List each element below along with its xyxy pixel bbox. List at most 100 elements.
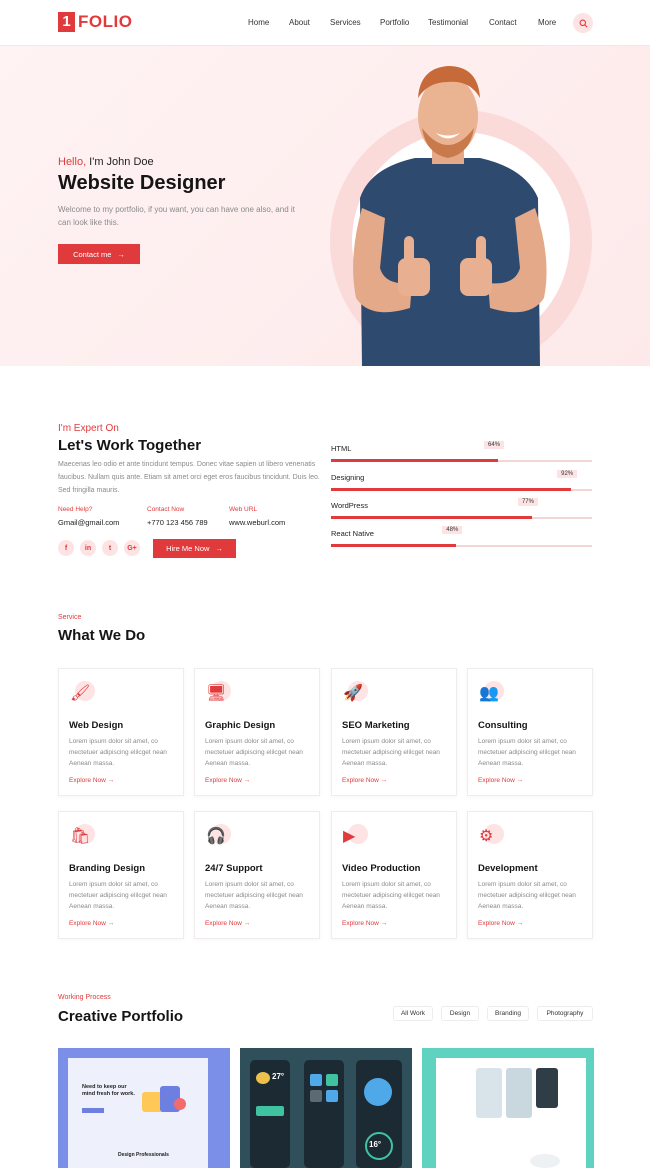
dial-value: 16° [369,1140,382,1149]
service-title: Consulting [478,720,528,731]
site-header: 1 FOLIO Home About Services Portfolio Te… [0,0,650,46]
paint-roller-icon: 🖌 [67,681,97,707]
nav-contact[interactable]: Contact [489,18,517,27]
explore-now-label: Explore Now [69,777,106,784]
hire-me-button[interactable]: Hire Me Now → [153,539,236,558]
service-card-graphic-design[interactable]: 🖥 Graphic Design Lorem ipsum dolor sit a… [194,668,320,796]
explore-now-label: Explore Now [205,920,242,927]
explore-now-link[interactable]: Explore Now → [478,920,523,927]
contact-me-button[interactable]: Contact me → [58,244,140,264]
portfolio-title: Creative Portfolio [58,1008,184,1025]
arrow-right-icon: → [380,777,388,784]
hero-hello-accent: Hello, [58,156,87,168]
filter-all-work[interactable]: All Work [393,1006,433,1021]
logo[interactable]: 1 FOLIO [58,12,132,32]
skill-name: Designing [331,473,365,482]
explore-now-label: Explore Now [478,777,515,784]
explore-now-link[interactable]: Explore Now → [69,920,114,927]
skill-fill [331,488,572,491]
contact-phone-value[interactable]: +770 123 456 789 [147,518,208,527]
phone-mockup: 27° [250,1060,290,1168]
skill-name: WordPress [331,501,368,510]
hero-hello-name: I'm John Doe [86,156,154,168]
explore-now-label: Explore Now [342,777,379,784]
thumbnail-footer-text: Design Professionals [118,1152,169,1158]
arrow-right-icon: → [117,249,125,259]
nav-more[interactable]: More [538,18,556,27]
hero-section: Hello, I'm John Doe Website Designer Wel… [0,46,650,366]
arrow-right-icon: → [516,920,524,927]
explore-now-link[interactable]: Explore Now → [205,920,250,927]
nav-portfolio[interactable]: Portfolio [380,18,409,27]
service-title: Web Design [69,720,124,731]
service-desc: Lorem ipsum dolor sit amet, co mectetuer… [478,738,576,767]
facebook-icon[interactable]: f [58,540,74,556]
skill-percent: 77% [517,498,538,506]
service-title: Branding Design [69,863,146,874]
portfolio-item-ecommerce[interactable] [422,1048,594,1168]
contact-web-value[interactable]: www.weburl.com [229,518,285,527]
skill-fill [331,516,532,519]
service-card-support[interactable]: 🎧 24/7 Support Lorem ipsum dolor sit ame… [194,811,320,939]
service-card-consulting[interactable]: 👥 Consulting Lorem ipsum dolor sit amet,… [467,668,593,796]
explore-now-link[interactable]: Explore Now → [478,777,523,784]
hero-title: Website Designer [58,172,226,194]
skill-row: HTML 64% [331,441,592,462]
explore-now-link[interactable]: Explore Now → [342,920,387,927]
nav-services[interactable]: Services [330,18,361,27]
service-card-development[interactable]: ⚙ Development Lorem ipsum dolor sit amet… [467,811,593,939]
hero-person-image [353,66,547,366]
consulting-icon: 👥 [476,681,506,707]
nav-about[interactable]: About [289,18,310,27]
search-button[interactable] [573,13,593,33]
arrow-right-icon: → [215,544,223,553]
expert-subtitle: I'm Expert On [58,423,119,434]
skill-percent: 48% [442,526,463,534]
contact-email-value[interactable]: Gmail@gmail.com [58,518,119,527]
portfolio-subtitle: Working Process [58,994,111,1001]
nav-home[interactable]: Home [248,18,269,27]
explore-now-link[interactable]: Explore Now → [69,777,114,784]
portfolio-item-app-design[interactable]: 27° 16° [240,1048,412,1168]
weather-temp: 27° [272,1072,285,1081]
code-gear-icon: ⚙ [476,824,506,850]
contact-email-label: Need Help? [58,506,93,513]
filter-branding[interactable]: Branding [487,1006,529,1021]
service-desc: Lorem ipsum dolor sit amet, co mectetuer… [478,881,576,910]
contact-phone: Contact Now +770 123 456 789 [147,506,208,527]
service-desc: Lorem ipsum dolor sit amet, co mectetuer… [69,881,167,910]
thumbnail-heading: Need to keep our mind fresh for work. [82,1084,135,1097]
arrow-right-icon: → [243,920,251,927]
skill-name: HTML [331,444,352,453]
nav-testimonial[interactable]: Testimonial [428,18,468,27]
service-title: Graphic Design [205,720,276,731]
hero-text: Welcome to my portfolio, if you want, yo… [58,205,295,227]
service-card-seo-marketing[interactable]: 🚀 SEO Marketing Lorem ipsum dolor sit am… [331,668,457,796]
explore-now-link[interactable]: Explore Now → [342,777,387,784]
service-card-video-production[interactable]: ▶ Video Production Lorem ipsum dolor sit… [331,811,457,939]
skill-row: WordPress 77% [331,498,592,519]
explore-now-label: Explore Now [205,777,242,784]
service-title: 24/7 Support [205,863,263,874]
linkedin-icon[interactable]: in [80,540,96,556]
contact-email: Need Help? Gmail@gmail.com [58,506,119,527]
thumbnail-button [82,1108,104,1113]
portfolio-item-web-design[interactable]: Need to keep our mind fresh for work. De… [58,1048,230,1168]
contact-web: Web URL www.weburl.com [229,506,285,527]
thumbnail-screen [436,1058,586,1168]
service-title: Video Production [342,863,421,874]
service-card-web-design[interactable]: 🖌 Web Design Lorem ipsum dolor sit amet,… [58,668,184,796]
video-icon: ▶ [340,824,370,850]
hero-greeting: Hello, I'm John Doe [58,156,154,168]
arrow-right-icon: → [107,777,115,784]
google-plus-icon[interactable]: G+ [124,540,140,556]
thumbnail-illustration [142,1084,188,1118]
service-card-branding-design[interactable]: 🛍 Branding Design Lorem ipsum dolor sit … [58,811,184,939]
design-monitor-icon: 🖥 [203,681,233,707]
filter-design[interactable]: Design [441,1006,479,1021]
filter-photography[interactable]: Photography [537,1006,593,1021]
search-icon [579,19,587,27]
explore-now-link[interactable]: Explore Now → [205,777,250,784]
twitter-icon[interactable]: t [102,540,118,556]
arrow-right-icon: → [516,777,524,784]
